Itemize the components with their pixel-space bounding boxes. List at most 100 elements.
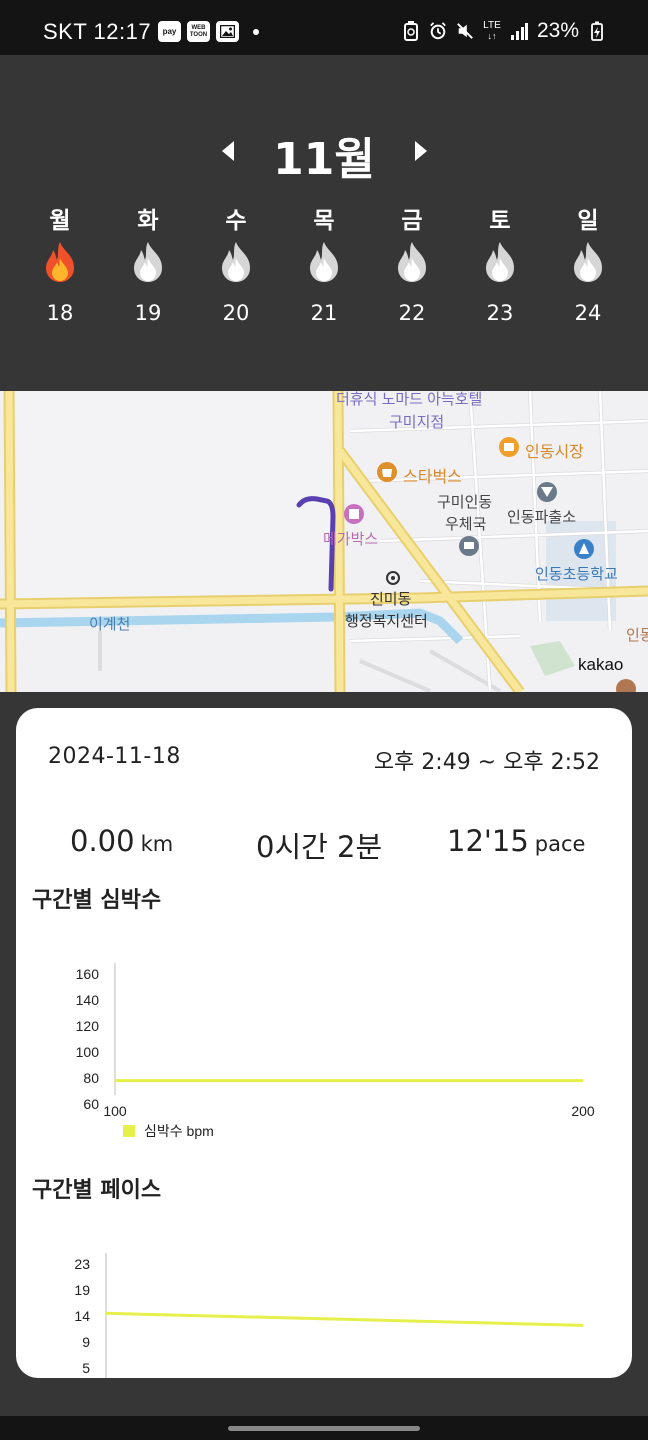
day-item[interactable]: 월 18 xyxy=(16,201,104,325)
pace-value: 12'15 xyxy=(447,824,529,858)
map-label-hotel: 더휴식 노마드 아늑호텔 xyxy=(336,391,483,408)
month-title: 11월 xyxy=(273,134,375,185)
notification-dot-icon xyxy=(253,28,259,35)
network-type-label: LTE xyxy=(483,20,501,31)
y-tick-label: 120 xyxy=(76,1018,100,1034)
x-tick-label: 100 xyxy=(103,1103,127,1119)
record-card: 2024-11-18 오후 2:49 ~ 오후 2:52 0.00 km 0시간 … xyxy=(16,708,632,1378)
day-item[interactable]: 금 22 xyxy=(368,201,456,325)
day-name: 화 xyxy=(137,208,159,234)
flame-inactive-icon xyxy=(544,241,632,283)
status-bar: SKT 12:17 pay WEB TOON LTE ↓↑ 23% xyxy=(0,0,648,55)
battery-saver-icon xyxy=(402,21,420,41)
y-tick-label: 5 xyxy=(82,1360,90,1376)
webtoon-icon: WEB TOON xyxy=(187,21,210,42)
distance-unit: km xyxy=(140,832,174,856)
duration-value: 0시간 2분 xyxy=(256,830,383,864)
day-date: 22 xyxy=(398,301,426,325)
record-stats: 0.00 km 0시간 2분 12'15 pace xyxy=(16,824,632,868)
map-label-hotel-branch: 구미지점 xyxy=(389,414,445,431)
legend-label: 심박수 bpm xyxy=(144,1123,214,1139)
y-tick-label: 14 xyxy=(74,1308,90,1324)
y-tick-label: 60 xyxy=(83,1096,99,1112)
map-label-center-2: 행정복지센터 xyxy=(345,613,428,630)
kakao-logo: kakao xyxy=(578,655,624,674)
signal-icon xyxy=(510,21,528,41)
heart-rate-section-title: 구간별 심박수 xyxy=(32,888,162,913)
record-time-range: 오후 2:49 ~ 오후 2:52 xyxy=(373,750,600,775)
flame-inactive-icon xyxy=(456,241,544,283)
day-item[interactable]: 목 21 xyxy=(280,201,368,325)
legend-swatch xyxy=(123,1125,135,1137)
y-tick-label: 80 xyxy=(83,1070,99,1086)
flame-inactive-icon xyxy=(104,241,192,283)
day-date: 24 xyxy=(574,301,602,325)
day-date: 20 xyxy=(222,301,250,325)
map-label-stream: 이계천 xyxy=(89,616,131,633)
flame-inactive-icon xyxy=(280,241,368,283)
month-navigator: 11월 xyxy=(0,121,648,185)
heart-rate-chart: 1601401201008060 100 200심박수 bpm xyxy=(76,963,595,1139)
battery-percent: 23% xyxy=(536,19,579,42)
day-name: 수 xyxy=(225,208,247,234)
pace-unit: pace xyxy=(534,832,586,856)
duration-stat: 0시간 2분 xyxy=(256,824,382,866)
map-label-edge: 인동 xyxy=(626,627,648,644)
day-date: 23 xyxy=(486,301,514,325)
day-date: 21 xyxy=(310,301,338,325)
map-label-post-office-2: 우체국 xyxy=(445,516,487,533)
distance-stat: 0.00 km xyxy=(70,824,173,858)
record-date: 2024-11-18 xyxy=(48,744,181,769)
day-name: 목 xyxy=(313,208,335,234)
battery-charging-icon xyxy=(588,21,606,41)
data-arrows-icon: ↓↑ xyxy=(487,31,497,41)
day-item[interactable]: 수 20 xyxy=(192,201,280,325)
y-tick-label: 160 xyxy=(76,966,100,982)
map-label-market: 인동시장 xyxy=(525,444,584,461)
next-month-button[interactable] xyxy=(415,141,427,161)
status-system-icons: LTE ↓↑ 23% xyxy=(402,19,606,43)
route-map[interactable]: 더휴식 노마드 아늑호텔 구미지점 인동시장 스타벅스 구미인동 우체국 인동파… xyxy=(0,391,648,692)
map-label-center: 진미동 xyxy=(370,591,412,608)
day-date: 19 xyxy=(134,301,162,325)
home-handle[interactable] xyxy=(228,1426,420,1431)
pay-icon: pay xyxy=(158,21,181,42)
y-tick-label: 100 xyxy=(76,1044,100,1060)
status-app-icons: pay WEB TOON xyxy=(158,21,259,42)
day-list: 월 18 화 19 수 20 목 21 금 22 토 23 일 24 xyxy=(16,201,632,325)
mute-icon xyxy=(456,21,474,41)
distance-value: 0.00 xyxy=(70,824,135,858)
map-label-school: 인동초등학교 xyxy=(535,566,618,583)
day-name: 월 xyxy=(49,208,71,234)
map-label-starbucks: 스타벅스 xyxy=(403,469,462,486)
day-item[interactable]: 화 19 xyxy=(104,201,192,325)
pace-section-title: 구간별 페이스 xyxy=(32,1178,162,1203)
day-item[interactable]: 토 23 xyxy=(456,201,544,325)
series-line xyxy=(105,1311,584,1327)
y-tick-label: 23 xyxy=(74,1256,90,1272)
pace-chart: 23 19 14 9 5 xyxy=(74,1253,584,1378)
alarm-icon xyxy=(429,21,447,41)
map-label-post-office: 구미인동 xyxy=(437,494,493,511)
day-name: 금 xyxy=(401,208,423,234)
day-name: 토 xyxy=(489,208,511,234)
status-carrier-time: SKT 12:17 xyxy=(43,19,152,44)
y-tick-label: 19 xyxy=(74,1282,90,1298)
navigation-bar xyxy=(0,1416,648,1440)
gallery-icon xyxy=(216,21,239,42)
lte-icon: LTE ↓↑ xyxy=(483,20,501,42)
flame-inactive-icon xyxy=(368,241,456,283)
y-tick-label: 9 xyxy=(82,1334,90,1350)
y-tick-label: 140 xyxy=(76,992,100,1008)
map-label-police: 인동파출소 xyxy=(507,509,577,526)
pace-stat: 12'15 pace xyxy=(447,824,585,858)
flame-active-icon xyxy=(16,241,104,283)
day-name: 일 xyxy=(577,208,599,234)
previous-month-button[interactable] xyxy=(222,141,234,161)
flame-inactive-icon xyxy=(192,241,280,283)
map-label-megabox: 메가박스 xyxy=(323,531,379,548)
week-selector: 11월 월 18 화 19 수 20 목 21 금 22 토 23 일 24 xyxy=(0,55,648,391)
x-tick-label: 200 xyxy=(571,1103,595,1119)
day-date: 18 xyxy=(46,301,74,325)
day-item[interactable]: 일 24 xyxy=(544,201,632,325)
